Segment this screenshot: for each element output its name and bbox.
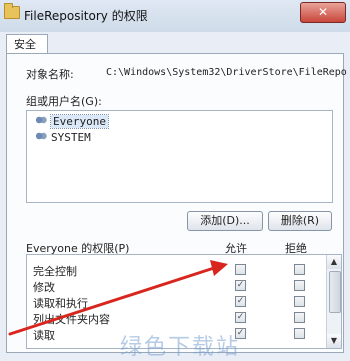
arrow-head-icon [210, 260, 228, 276]
red-arrow-annotation [8, 260, 228, 336]
arrow-shaft [8, 266, 216, 336]
